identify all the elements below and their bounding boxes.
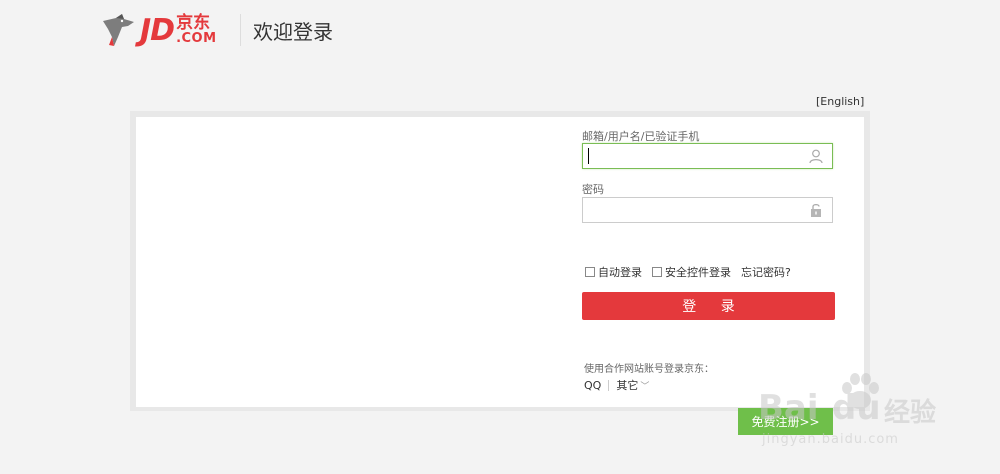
auto-login-checkbox[interactable] (585, 267, 595, 277)
auto-login-label: 自动登录 (598, 266, 642, 279)
other-login-link[interactable]: 其它 (616, 377, 638, 393)
logo-cn-text: 京东 (176, 13, 211, 33)
partner-login-title: 使用合作网站账号登录京东： (584, 364, 714, 375)
watermark-jingyan: 经验 (884, 398, 937, 428)
username-input[interactable] (589, 145, 803, 169)
secure-control-option[interactable]: 安全控件登录 (652, 264, 731, 280)
logo-right: 京东 .COM (176, 13, 217, 46)
password-field[interactable] (582, 197, 833, 223)
login-button[interactable]: 登 录 (582, 292, 835, 320)
secure-control-checkbox[interactable] (652, 267, 662, 277)
lock-icon (811, 203, 821, 217)
login-options: 自动登录 安全控件登录 忘记密码? (585, 264, 791, 280)
page-title: 欢迎登录 (253, 20, 333, 44)
chevron-down-icon: ﹀ (640, 381, 650, 392)
forgot-password-link[interactable]: 忘记密码? (741, 264, 791, 280)
english-language-link[interactable]: [English] (816, 95, 864, 108)
secure-control-label: 安全控件登录 (665, 266, 731, 279)
jd-logo[interactable]: JD 京东 .COM (100, 12, 217, 48)
logo-jd-text: JD (140, 12, 175, 48)
header: JD 京东 .COM 欢迎登录 (0, 0, 1000, 60)
watermark-bai: Bai (758, 388, 819, 428)
qq-login-link[interactable]: QQ (584, 379, 601, 392)
password-input[interactable] (589, 199, 803, 223)
baidu-watermark: Bai du 经验 jingyan.baidu.com (748, 362, 998, 474)
password-label: 密码 (582, 183, 604, 196)
partner-login-links: QQ 其它 ﹀ (584, 377, 649, 393)
watermark-url: jingyan.baidu.com (762, 432, 899, 447)
partner-separator (608, 379, 610, 391)
jd-dog-icon (103, 14, 134, 46)
username-label: 邮箱/用户名/已验证手机 (582, 130, 700, 143)
logo-com-text: .COM (176, 31, 217, 46)
user-icon (809, 149, 823, 164)
watermark-du: du (832, 388, 881, 428)
text-caret (588, 148, 589, 164)
header-divider (240, 14, 241, 46)
username-field[interactable] (582, 143, 833, 169)
auto-login-option[interactable]: 自动登录 (585, 264, 642, 280)
